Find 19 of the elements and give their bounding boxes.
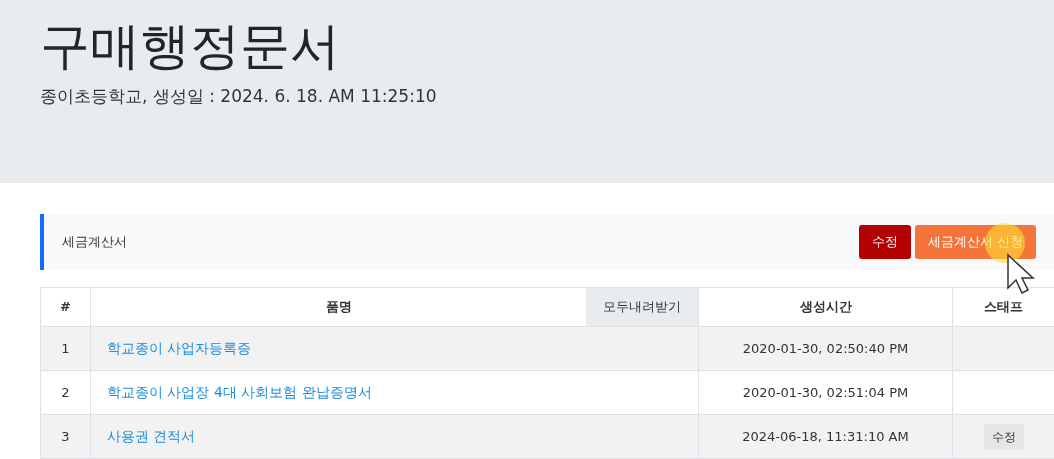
table-cell: 3 <box>40 414 91 459</box>
table-cell: 2 <box>40 370 91 415</box>
column-header: # <box>40 287 91 327</box>
document-link[interactable]: 학교종이 사업자등록증 <box>107 340 252 356</box>
table-cell: 2020-01-30, 02:51:04 PM <box>698 370 953 415</box>
section-title: 세금계산서 <box>62 233 127 252</box>
column-header: 생성시간 <box>698 287 953 327</box>
column-header: 품명 <box>324 298 353 317</box>
action-button[interactable]: 수정 <box>858 225 911 259</box>
table-cell: 2024-06-18, 11:31:10 AM <box>698 414 953 459</box>
page-subtitle: 종이초등학교, 생성일 : 2024. 6. 18. AM 11:25:10 <box>40 85 437 108</box>
action-button[interactable]: 세금계산서 신청 <box>914 225 1036 259</box>
edit-button[interactable]: 수정 <box>983 423 1024 450</box>
document-link[interactable]: 학교종이 사업장 4대 사회보험 완납증명서 <box>107 384 372 400</box>
table-cell: 1 <box>40 326 91 371</box>
document-link[interactable]: 사용권 견적서 <box>107 428 196 444</box>
download-all-button[interactable]: 모두내려받기 <box>586 288 698 326</box>
page-title: 구매행정문서 <box>40 16 340 77</box>
table-cell: 2020-01-30, 02:50:40 PM <box>698 326 953 371</box>
